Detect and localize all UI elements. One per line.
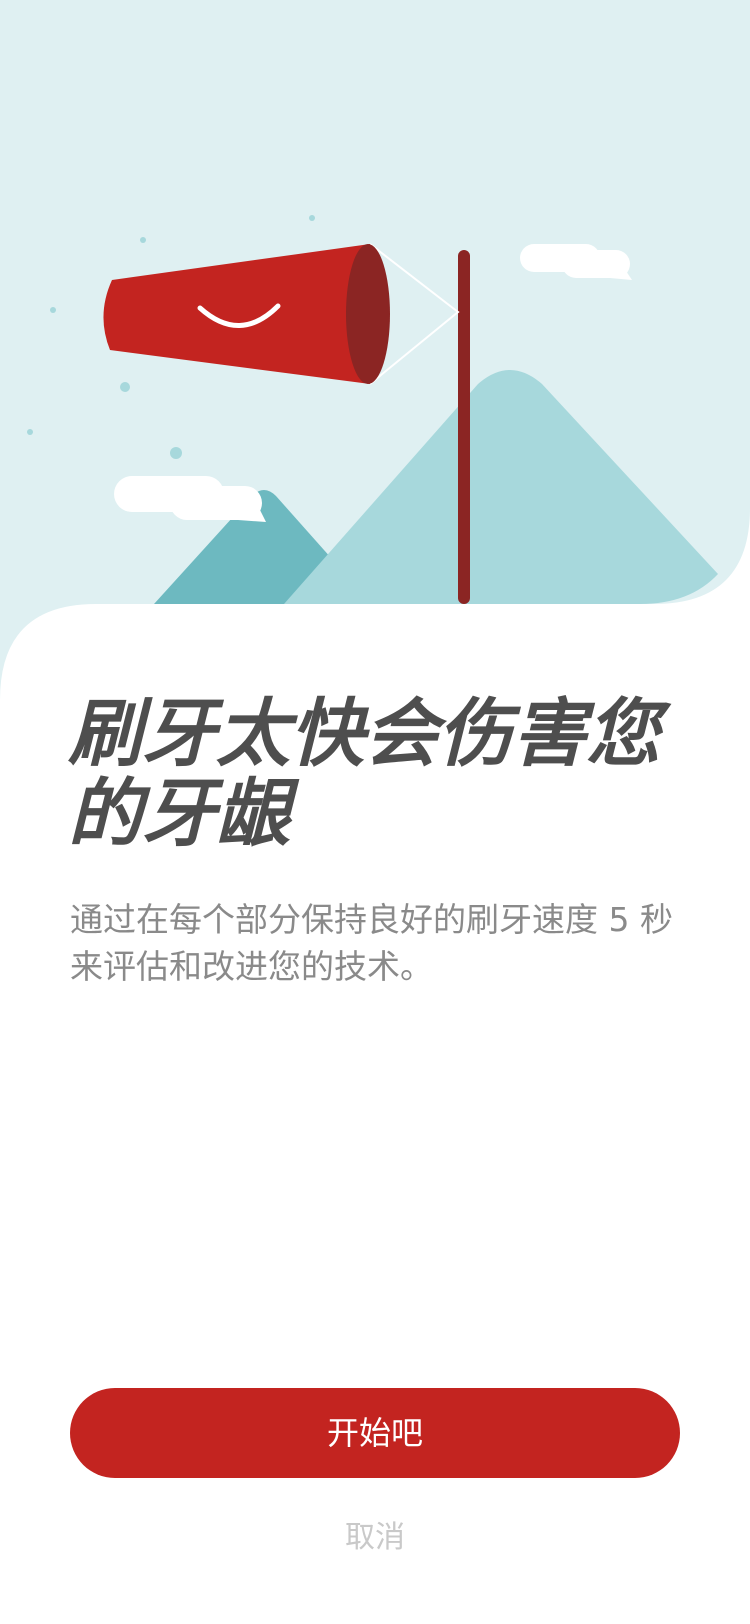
cancel-button[interactable]: 取消 [275, 1518, 475, 1558]
page-description: 通过在每个部分保持良好的刷牙速度 5 秒来评估和改进您的技术。 [70, 900, 673, 986]
page-title: 刷牙太快会伤害您的牙龈 [68, 691, 660, 857]
windsock-mountains-illustration [0, 0, 750, 700]
start-button[interactable]: 开始吧 [70, 1388, 680, 1478]
flag-pole [458, 250, 470, 604]
intro-screen: 刷牙太快会伤害您的牙龈 通过在每个部分保持良好的刷牙速度 5 秒来评估和改进您的… [0, 0, 750, 1624]
